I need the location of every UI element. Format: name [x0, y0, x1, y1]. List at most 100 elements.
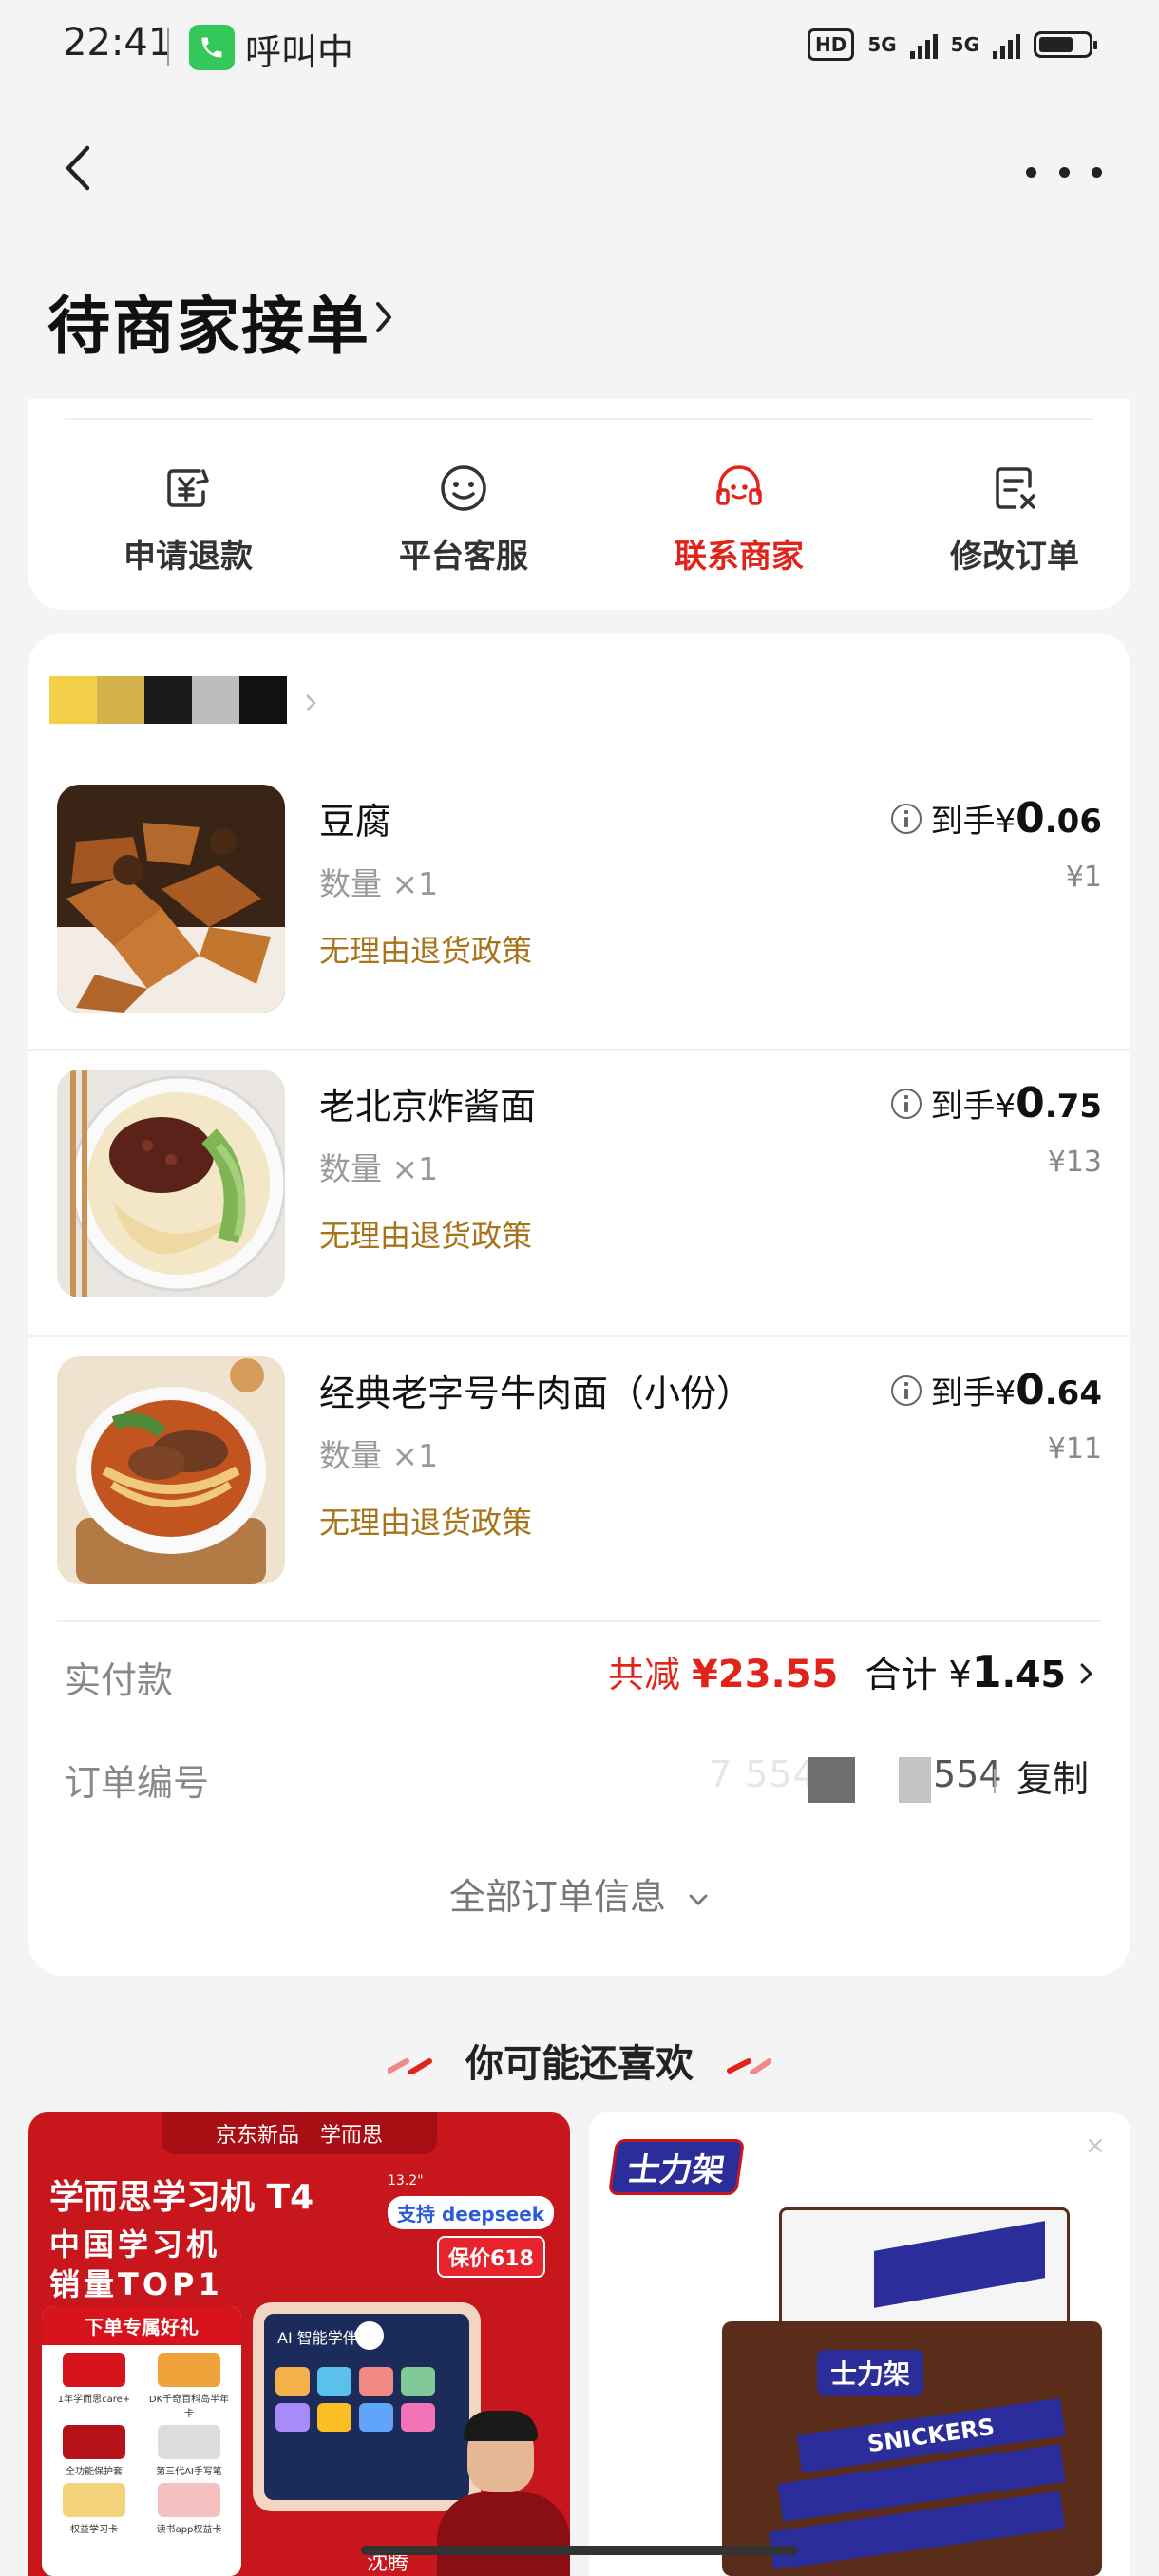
price-dec: .64	[1044, 1374, 1102, 1412]
ad-size: 13.2"	[388, 2173, 424, 2188]
platform-service-label: 平台客服	[399, 538, 528, 576]
shop-logo-colors	[49, 676, 287, 724]
phone-call-icon[interactable]	[189, 25, 235, 70]
net-label-2: 5G	[950, 33, 979, 56]
all-order-info-toggle[interactable]: 全部订单信息	[28, 1867, 1130, 1920]
return-policy-label[interactable]: 无理由退货政策	[319, 1499, 532, 1543]
beef-noodles-image	[57, 1356, 285, 1584]
status-indicators: HD 5G 5G	[807, 28, 1097, 61]
info-icon[interactable]	[890, 1089, 922, 1119]
ad-headline: 学而思学习机 T4	[49, 2178, 314, 2217]
signal-icon	[909, 30, 938, 59]
battery-icon	[1034, 31, 1097, 58]
more-options-icon[interactable]	[1026, 158, 1102, 186]
order-actions-card: 申请退款 平台客服 联系商家 修改订单	[28, 399, 1130, 610]
signal-icon-2	[993, 30, 1020, 59]
gift-item: 全功能保护套	[49, 2425, 139, 2477]
payment-label: 实付款	[65, 1659, 174, 1701]
info-icon[interactable]	[890, 804, 922, 834]
price-prefix: 到手¥	[930, 1088, 1016, 1126]
close-icon[interactable]: ×	[1085, 2131, 1106, 2160]
item-final-price: 到手¥ 0.75	[890, 1079, 1102, 1127]
item-original-price: ¥1	[1065, 861, 1102, 894]
apply-refund-label: 申请退款	[124, 538, 253, 576]
order-item[interactable]: 老北京炸酱面 数量 ×1 无理由退货政策 到手¥ 0.75 ¥13	[28, 1051, 1130, 1335]
chevron-right-icon	[1080, 1663, 1093, 1684]
item-name: 豆腐	[319, 801, 392, 843]
section-divider	[57, 1620, 1102, 1622]
jd-new-label: 京东新品	[215, 2124, 299, 2148]
gift-item: 读书app权益卡	[144, 2483, 234, 2535]
all-order-info-label: 全部订单信息	[448, 1876, 666, 1918]
info-icon[interactable]	[890, 1375, 922, 1406]
gift-panel: 下单专属好礼 1年学而思care+ DK千奇百科岛半年卡 全功能保护套 第三代A…	[42, 2306, 241, 2576]
recommend-card-learning-tablet[interactable]: 京东新品 学而思 学而思学习机 T4 13.2" 支持 deepseek 中国学…	[28, 2112, 570, 2576]
shop-chevron-icon[interactable]	[304, 691, 317, 718]
order-detail-card: 豆腐 数量 ×1 无理由退货政策 到手¥ 0.06 ¥1 老北京炸酱面 数量 ×…	[28, 633, 1130, 1976]
item-quantity: 数量 ×1	[319, 865, 439, 902]
copy-button[interactable]: 复制	[1016, 1750, 1089, 1802]
snickers-box-image: 士力架 SNICKERS	[665, 2207, 1102, 2576]
chevron-right-icon[interactable]	[372, 298, 395, 340]
status-time: 22:41	[63, 21, 173, 65]
platform-service-button[interactable]: 平台客服	[350, 462, 578, 577]
hd-voice-icon: HD	[807, 28, 855, 61]
recommend-title: 你可能还喜欢	[0, 2033, 1159, 2088]
service-icon	[441, 465, 486, 511]
contact-merchant-button[interactable]: 联系商家	[625, 462, 853, 577]
price-protect-badge: 保价618	[437, 2236, 545, 2278]
order-number-label: 订单编号	[65, 1762, 210, 1804]
decor-left-icon	[388, 2058, 433, 2074]
order-status-title[interactable]: 待商家接单	[48, 275, 370, 367]
gift-item: 权益学习卡	[49, 2483, 139, 2535]
item-final-price: 到手¥ 0.64	[890, 1366, 1102, 1414]
order-item[interactable]: 经典老字号牛肉面（小份） 数量 ×1 无理由退货政策 到手¥ 0.64 ¥11	[28, 1337, 1130, 1622]
discount-amount: 共减 ¥23.55	[607, 1653, 839, 1696]
item-quantity: 数量 ×1	[319, 1150, 439, 1187]
return-policy-label[interactable]: 无理由退货政策	[319, 1212, 532, 1256]
redaction-block	[808, 1757, 855, 1803]
payment-summary[interactable]: 共减 ¥23.55 合计 ¥1.45	[608, 1645, 1094, 1697]
call-status: 呼叫中	[245, 31, 354, 73]
recommend-card-snickers[interactable]: × 士力架 士力架 SNICKERS	[589, 2112, 1130, 2576]
gift-item: DK千奇百科岛半年卡	[144, 2353, 234, 2419]
gift-item: 1年学而思care+	[49, 2353, 139, 2419]
price-int: 0	[1016, 1079, 1045, 1127]
total-amount: 合计 ¥1.45	[864, 1646, 1066, 1697]
brand-label: 学而思	[320, 2124, 384, 2148]
snickers-logo: 士力架	[607, 2139, 746, 2195]
price-int: 0	[1016, 794, 1045, 843]
edit-order-icon	[996, 467, 1036, 509]
modify-order-button[interactable]: 修改订单	[901, 462, 1129, 577]
card-divider	[65, 418, 1094, 420]
item-final-price: 到手¥ 0.06	[890, 794, 1102, 843]
apply-refund-button[interactable]: 申请退款	[74, 462, 302, 577]
home-indicator[interactable]	[361, 2546, 798, 2555]
refund-icon	[167, 469, 209, 507]
back-icon[interactable]	[55, 142, 106, 194]
modify-order-label: 修改订单	[950, 538, 1079, 576]
price-dec: .75	[1044, 1088, 1102, 1126]
tablet-screen-title: AI 智能学伴	[277, 2329, 358, 2347]
gift-header: 下单专属好礼	[42, 2306, 241, 2345]
order-number-suffix: 554	[933, 1753, 1002, 1795]
tofu-image	[57, 785, 285, 1013]
price-dec: .06	[1044, 803, 1102, 841]
contact-merchant-label: 联系商家	[674, 538, 804, 576]
box-brand: 士力架	[817, 2350, 924, 2396]
return-policy-label[interactable]: 无理由退货政策	[319, 927, 532, 971]
gift-item: 第三代AI手写笔	[144, 2425, 234, 2477]
price-int: 0	[1016, 1366, 1045, 1414]
status-divider	[167, 28, 169, 66]
price-prefix: 到手¥	[930, 803, 1016, 841]
ad-tagline-1: 中国学习机	[49, 2226, 221, 2263]
merchant-icon	[716, 465, 762, 505]
ad-tagline-2: 销量TOP1	[49, 2266, 223, 2302]
separator	[994, 1769, 996, 1793]
order-item[interactable]: 豆腐 数量 ×1 无理由退货政策 到手¥ 0.06 ¥1	[28, 766, 1130, 1051]
item-quantity: 数量 ×1	[319, 1437, 439, 1474]
net-label-1: 5G	[867, 33, 897, 56]
chevron-down-icon	[689, 1894, 708, 1905]
redaction-block	[899, 1757, 931, 1803]
item-original-price: ¥11	[1047, 1432, 1102, 1466]
